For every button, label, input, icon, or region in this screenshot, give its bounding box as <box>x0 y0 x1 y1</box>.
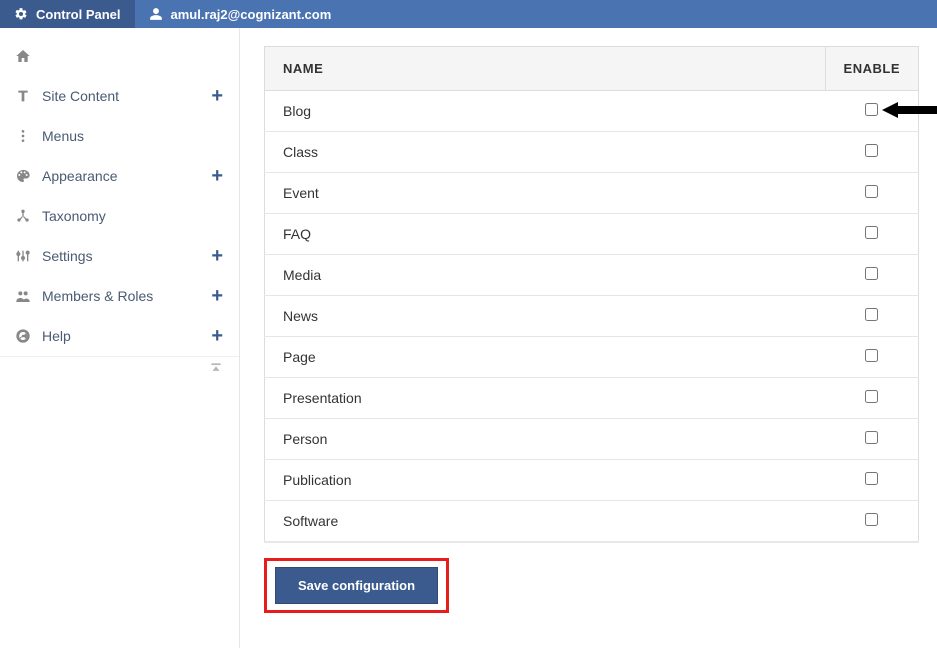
table-header-enable[interactable]: ENABLE <box>825 47 918 91</box>
plus-icon[interactable]: + <box>211 246 223 266</box>
control-panel-tab[interactable]: Control Panel <box>0 0 135 28</box>
enable-checkbox[interactable] <box>865 431 878 444</box>
sidebar-item-settings[interactable]: Settings + <box>0 236 239 276</box>
user-label: amul.raj2@cognizant.com <box>171 7 332 22</box>
enable-checkbox[interactable] <box>865 472 878 485</box>
sidebar-item-label: Settings <box>42 248 93 264</box>
help-icon <box>14 328 32 344</box>
user-icon <box>149 7 163 21</box>
table-cell-name: News <box>265 296 826 337</box>
sidebar-item-appearance[interactable]: Appearance + <box>0 156 239 196</box>
collapse-up-icon <box>209 361 223 378</box>
sliders-icon <box>14 248 32 264</box>
table-row: News <box>265 296 919 337</box>
home-icon <box>14 48 32 64</box>
table-cell-enable <box>825 214 918 255</box>
plus-icon[interactable]: + <box>211 326 223 346</box>
sidebar-item-label: Help <box>42 328 71 344</box>
control-panel-label: Control Panel <box>36 7 121 22</box>
sidebar-item-label: Taxonomy <box>42 208 106 224</box>
table-cell-enable <box>825 255 918 296</box>
table-cell-name: Presentation <box>265 378 826 419</box>
annotation-arrow-icon <box>882 100 937 120</box>
content-enable-table: NAME ENABLE BlogClassEventFAQMediaNewsPa… <box>264 46 919 542</box>
table-row: Event <box>265 173 919 214</box>
save-button[interactable]: Save configuration <box>275 567 438 604</box>
table-cell-name: Software <box>265 501 826 542</box>
sidebar-collapse[interactable] <box>0 356 239 382</box>
enable-checkbox[interactable] <box>865 390 878 403</box>
table-cell-name: Class <box>265 132 826 173</box>
table-cell-enable <box>825 173 918 214</box>
table-cell-enable <box>825 337 918 378</box>
table-row: Publication <box>265 460 919 501</box>
table-row: Class <box>265 132 919 173</box>
sidebar-item-label: Site Content <box>42 88 119 104</box>
text-icon <box>14 88 32 104</box>
save-button-highlight: Save configuration <box>264 558 449 613</box>
sidebar-item-members[interactable]: Members & Roles + <box>0 276 239 316</box>
enable-checkbox[interactable] <box>865 349 878 362</box>
plus-icon[interactable]: + <box>211 86 223 106</box>
sidebar-item-site-content[interactable]: Site Content + <box>0 76 239 116</box>
taxonomy-icon <box>14 208 32 224</box>
table-row: Blog <box>265 91 919 132</box>
sidebar-item-menus[interactable]: Menus <box>0 116 239 156</box>
table-cell-name: Blog <box>265 91 826 132</box>
enable-checkbox[interactable] <box>865 308 878 321</box>
sidebar-item-taxonomy[interactable]: Taxonomy <box>0 196 239 236</box>
table-cell-name: FAQ <box>265 214 826 255</box>
palette-icon <box>14 168 32 184</box>
table-cell-name: Page <box>265 337 826 378</box>
table-row: Person <box>265 419 919 460</box>
plus-icon[interactable]: + <box>211 166 223 186</box>
sidebar-item-label: Appearance <box>42 168 118 184</box>
user-menu[interactable]: amul.raj2@cognizant.com <box>135 0 346 28</box>
sidebar-item-help[interactable]: Help + <box>0 316 239 356</box>
people-icon <box>14 288 32 304</box>
sidebar-item-label: Menus <box>42 128 84 144</box>
topbar: Control Panel amul.raj2@cognizant.com <box>0 0 937 28</box>
table-row: Page <box>265 337 919 378</box>
table-cell-enable <box>825 501 918 542</box>
table-row: FAQ <box>265 214 919 255</box>
table-cell-enable <box>825 460 918 501</box>
table-cell-name: Event <box>265 173 826 214</box>
table-row: Software <box>265 501 919 542</box>
dots-icon <box>14 128 32 144</box>
enable-checkbox[interactable] <box>865 513 878 526</box>
table-cell-name: Publication <box>265 460 826 501</box>
table-row: Media <box>265 255 919 296</box>
main-content: NAME ENABLE BlogClassEventFAQMediaNewsPa… <box>240 28 937 648</box>
gear-icon <box>14 7 28 21</box>
sidebar-item-home[interactable] <box>0 36 239 76</box>
sidebar: Site Content + Menus Appearance + Taxono… <box>0 28 240 648</box>
table-cell-enable <box>825 296 918 337</box>
enable-checkbox[interactable] <box>865 185 878 198</box>
table-row: Presentation <box>265 378 919 419</box>
plus-icon[interactable]: + <box>211 286 223 306</box>
enable-checkbox[interactable] <box>865 226 878 239</box>
table-cell-enable <box>825 419 918 460</box>
sidebar-item-label: Members & Roles <box>42 288 153 304</box>
enable-checkbox[interactable] <box>865 267 878 280</box>
table-cell-name: Media <box>265 255 826 296</box>
table-cell-name: Person <box>265 419 826 460</box>
enable-checkbox[interactable] <box>865 103 878 116</box>
table-cell-enable <box>825 132 918 173</box>
table-header-name[interactable]: NAME <box>265 47 826 91</box>
table-cell-enable <box>825 378 918 419</box>
enable-checkbox[interactable] <box>865 144 878 157</box>
